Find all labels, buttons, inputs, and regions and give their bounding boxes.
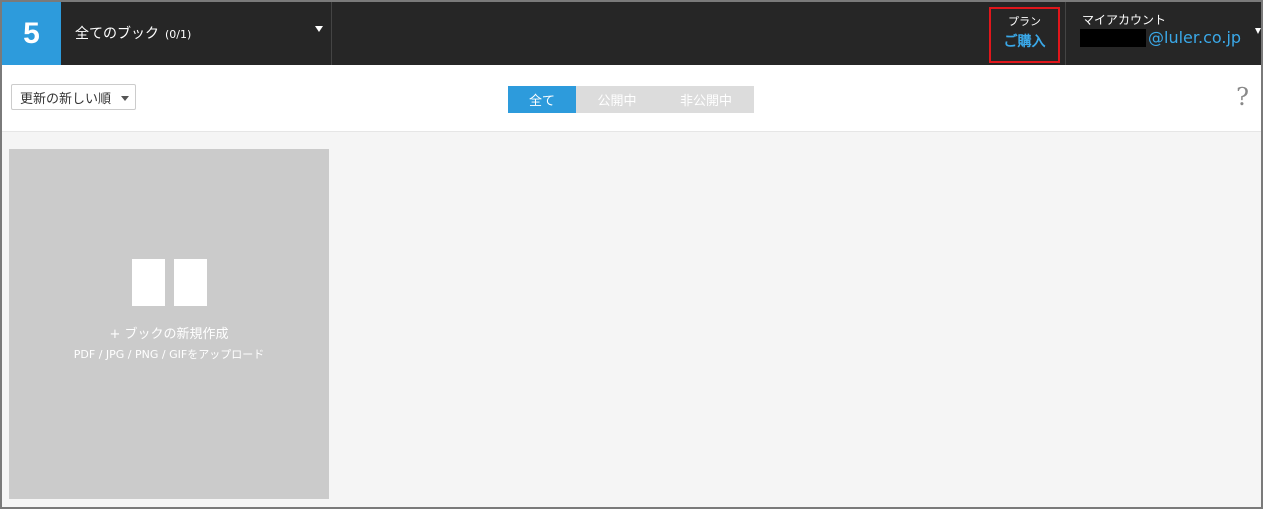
chevron-down-icon: [1255, 28, 1261, 34]
book-selector-label: 全てのブック: [75, 26, 159, 42]
right-page-shape: [174, 259, 207, 306]
new-book-card[interactable]: + ブックの新規作成 PDF / JPG / PNG / GIFをアップロード: [9, 149, 329, 499]
tab-all[interactable]: 全て: [508, 86, 576, 113]
purchase-link[interactable]: ご購入: [991, 31, 1058, 51]
visibility-filter-tabs: 全て 公開中 非公開中: [508, 86, 754, 113]
help-icon[interactable]: ?: [1236, 83, 1249, 111]
create-book-label: + ブックの新規作成: [109, 327, 229, 342]
top-bar: 5 全てのブック (0/1) プラン ご購入 マイアカウント @luler.co.…: [2, 2, 1261, 65]
chevron-down-icon: [121, 96, 130, 101]
book-selector-title: 全てのブック (0/1): [75, 23, 191, 43]
upload-hint-label: PDF / JPG / PNG / GIFをアップロード: [73, 348, 265, 361]
account-menu[interactable]: マイアカウント @luler.co.jp: [1065, 2, 1261, 65]
tab-public[interactable]: 公開中: [576, 86, 658, 113]
plan-label: プラン: [1008, 15, 1041, 28]
sort-dropdown[interactable]: 更新の新しい順: [11, 84, 137, 110]
account-email: @luler.co.jp: [1080, 28, 1241, 47]
app-window: 5 全てのブック (0/1) プラン ご購入 マイアカウント @luler.co.…: [0, 0, 1263, 509]
app-logo[interactable]: 5: [2, 2, 61, 65]
account-email-domain: @luler.co.jp: [1148, 28, 1242, 47]
left-page-shape: [132, 259, 165, 306]
book-count: (0/1): [165, 28, 192, 41]
tab-private[interactable]: 非公開中: [658, 86, 754, 113]
plan-purchase-button[interactable]: プラン ご購入: [989, 7, 1060, 63]
chevron-down-icon: [315, 26, 323, 32]
book-selector-dropdown[interactable]: 全てのブック (0/1): [61, 2, 332, 65]
sort-label: 更新の新しい順: [20, 91, 112, 107]
account-label: マイアカウント: [1082, 13, 1167, 27]
redacted-email-user: [1080, 28, 1146, 47]
toolbar: 更新の新しい順 全て 公開中 非公開中 ?: [2, 65, 1261, 132]
book-pages-icon: [132, 259, 207, 306]
